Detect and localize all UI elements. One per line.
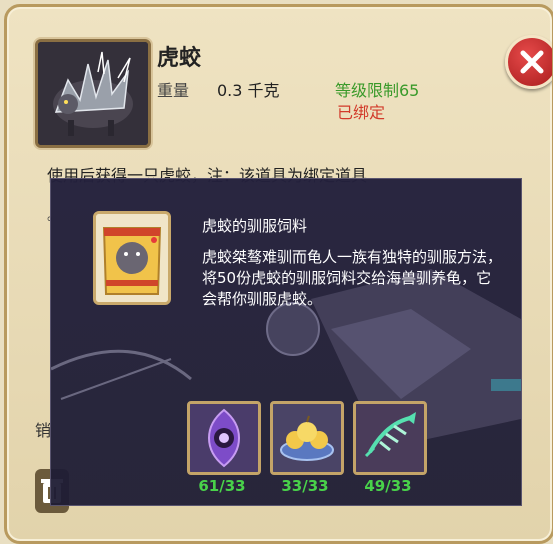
ingredient-slot-1[interactable] [187, 401, 261, 475]
sell-label: 销 [35, 421, 52, 440]
level-limit: 等级限制65 [335, 81, 420, 100]
ingredient-count-2: 33/33 [281, 477, 329, 495]
feed-bag-icon [96, 214, 168, 302]
item-name: 虎蛟 [157, 46, 202, 71]
feed-description: 虎蛟桀骜难驯而龟人一族有独特的驯服方法，将50份虎蛟的驯服饲料交给海兽驯养龟，它… [202, 248, 503, 308]
feed-tooltip-popup: 虎蛟的驯服饲料 虎蛟桀骜难驯而龟人一族有独特的驯服方法，将50份虎蛟的驯服饲料交… [51, 179, 521, 505]
ingredient-slot-3[interactable] [353, 401, 427, 475]
purple-eye-gem-icon [190, 404, 258, 472]
close-button[interactable] [505, 35, 552, 89]
tiger-dragon-icon [38, 42, 148, 145]
green-fish-skeleton-icon [356, 404, 424, 472]
ingredient-slot-2[interactable] [270, 401, 344, 475]
golden-fruit-plate-icon [273, 404, 341, 472]
item-icon-tiger-dragon [35, 39, 151, 148]
close-icon [520, 50, 544, 74]
feed-item-icon [93, 211, 171, 305]
weight-label: 重量 [157, 81, 190, 100]
weight-value: 0.3 千克 [217, 81, 280, 100]
feed-title: 虎蛟的驯服饲料 [202, 217, 308, 235]
ingredient-count-3: 49/33 [364, 477, 412, 495]
bound-status: 已绑定 [337, 103, 386, 122]
ingredient-count-1: 61/33 [198, 477, 246, 495]
